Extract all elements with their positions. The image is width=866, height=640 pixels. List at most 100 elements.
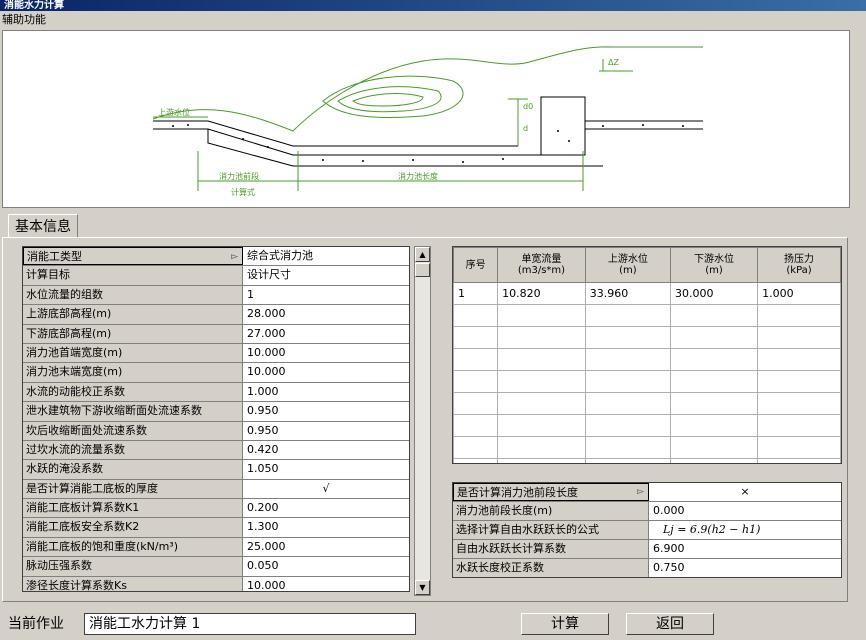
param-value[interactable]: 0.200	[243, 499, 409, 517]
param-value[interactable]: 0.420	[243, 441, 409, 459]
table-row[interactable]	[453, 348, 841, 371]
table-cell[interactable]	[669, 304, 759, 327]
tab-basic-info[interactable]: 基本信息	[8, 214, 78, 238]
param-value[interactable]: 0.050	[243, 557, 409, 575]
param-value[interactable]: 25.000	[243, 538, 409, 556]
flow-table-header[interactable]: 单宽流量 (m3/s*m)	[497, 247, 586, 283]
param-row[interactable]: 消力池首端宽度(m) 10.000	[23, 343, 409, 364]
param-row[interactable]: 消能工底板安全系数K2 1.300	[23, 518, 409, 538]
table-cell[interactable]	[757, 348, 841, 371]
table-cell[interactable]	[497, 304, 586, 327]
table-cell[interactable]	[757, 304, 841, 327]
param-row[interactable]: 下游底部高程(m) 27.000	[23, 324, 409, 344]
table-row[interactable]	[453, 436, 841, 459]
flow-table-header[interactable]: 上游水位 (m)	[584, 247, 672, 283]
table-cell[interactable]	[757, 458, 841, 463]
table-cell[interactable]: 10.820	[497, 282, 586, 305]
flow-table-header[interactable]: 扬压力 (kPa)	[757, 247, 841, 283]
table-cell[interactable]	[497, 392, 586, 415]
front-param-value[interactable]: 0.000	[649, 502, 841, 520]
front-param-row[interactable]: 自由水跃跃长计算系数 6.900	[453, 540, 841, 559]
scroll-up-icon[interactable]: ▲	[415, 247, 430, 262]
front-param-row[interactable]: 消力池前段长度(m) 0.000	[453, 502, 841, 521]
param-value[interactable]: 27.000	[243, 325, 409, 343]
param-row[interactable]: 水流的动能校正系数 1.000	[23, 382, 409, 403]
param-row[interactable]: 计算目标 设计尺寸	[23, 266, 409, 286]
param-row[interactable]: 泄水建筑物下游收缩断面处流速系数 0.950	[23, 402, 409, 422]
param-row[interactable]: 消能工底板计算系数K1 0.200	[23, 499, 409, 519]
scroll-thumb[interactable]	[415, 263, 430, 277]
param-row[interactable]: 渗径长度计算系数Ks 10.000	[23, 576, 409, 591]
table-cell[interactable]: 33.960	[584, 282, 672, 305]
front-param-value[interactable]: Lj = 6.9(h2 − h1)	[649, 521, 841, 539]
menu-item-auxiliary[interactable]: 辅助功能	[0, 11, 46, 29]
table-cell[interactable]	[497, 348, 586, 371]
dropdown-arrow-icon[interactable]: ▻	[637, 484, 644, 500]
table-cell[interactable]	[757, 326, 841, 349]
table-cell[interactable]	[497, 326, 586, 349]
param-value[interactable]: 综合式消力池	[243, 247, 409, 265]
table-cell[interactable]	[497, 458, 586, 463]
table-cell[interactable]	[757, 370, 841, 393]
param-row[interactable]: 水跃的淹没系数 1.050	[23, 460, 409, 480]
parameter-grid-scrollbar[interactable]: ▲ ▼	[414, 246, 431, 596]
param-value[interactable]: 1.050	[243, 460, 409, 478]
table-cell[interactable]	[453, 436, 499, 459]
table-cell[interactable]	[669, 458, 759, 463]
table-cell[interactable]	[453, 414, 499, 437]
param-value[interactable]: 设计尺寸	[243, 266, 409, 284]
table-cell[interactable]	[757, 414, 841, 437]
front-param-row[interactable]: 水跃长度校正系数 0.750	[453, 559, 841, 577]
table-cell[interactable]	[453, 458, 499, 463]
table-cell[interactable]	[669, 436, 759, 459]
param-value[interactable]: 0.950	[243, 422, 409, 440]
table-row[interactable]	[453, 304, 841, 327]
param-value[interactable]: 10.000	[243, 363, 409, 381]
param-row[interactable]: 消能工底板的饱和重度(kN/m³) 25.000	[23, 537, 409, 558]
table-cell[interactable]	[669, 370, 759, 393]
param-value[interactable]: 28.000	[243, 305, 409, 323]
calculate-button[interactable]: 计算	[521, 613, 609, 635]
scroll-down-icon[interactable]: ▼	[415, 580, 430, 595]
back-button[interactable]: 返回	[626, 613, 714, 635]
param-value[interactable]: 1.300	[243, 518, 409, 536]
table-cell[interactable]	[669, 326, 759, 349]
front-param-value[interactable]: 0.750	[649, 559, 841, 577]
table-cell[interactable]	[584, 414, 672, 437]
param-value[interactable]: 1.000	[243, 383, 409, 401]
param-row[interactable]: 上游底部高程(m) 28.000	[23, 305, 409, 325]
table-cell[interactable]	[453, 370, 499, 393]
param-row[interactable]: 消能工类型 ▻ 综合式消力池	[23, 247, 409, 267]
table-cell[interactable]	[584, 304, 672, 327]
table-cell[interactable]	[584, 370, 672, 393]
param-value[interactable]: 0.950	[243, 402, 409, 420]
param-row[interactable]: 坎后收缩断面处流速系数 0.950	[23, 421, 409, 441]
param-row[interactable]: 消力池末端宽度(m) 10.000	[23, 363, 409, 383]
table-cell[interactable]	[584, 348, 672, 371]
table-cell[interactable]	[584, 392, 672, 415]
table-row[interactable]: 1 10.820 33.960 30.000 1.000	[453, 282, 841, 305]
param-row[interactable]: 水位流量的组数 1	[23, 285, 409, 306]
table-cell[interactable]: 30.000	[669, 282, 759, 305]
param-row[interactable]: 过坎水流的流量系数 0.420	[23, 440, 409, 461]
table-row[interactable]	[453, 370, 841, 393]
table-row[interactable]	[453, 392, 841, 415]
dropdown-arrow-icon[interactable]: ▻	[231, 248, 238, 264]
param-value[interactable]: 1	[243, 286, 409, 304]
front-param-value[interactable]: ×	[649, 483, 841, 501]
table-cell[interactable]	[669, 414, 759, 437]
table-cell[interactable]	[584, 458, 672, 463]
table-cell[interactable]	[584, 326, 672, 349]
table-row[interactable]	[453, 458, 841, 463]
table-cell[interactable]	[453, 304, 499, 327]
table-cell[interactable]	[669, 348, 759, 371]
table-cell[interactable]	[497, 414, 586, 437]
table-cell[interactable]	[757, 436, 841, 459]
param-row[interactable]: 是否计算消能工底板的厚度 √	[23, 479, 409, 500]
front-param-row[interactable]: 选择计算自由水跃跃长的公式 Lj = 6.9(h2 − h1)	[453, 521, 841, 540]
param-value[interactable]: 10.000	[243, 344, 409, 362]
current-job-input[interactable]: 消能工水力计算 1	[84, 613, 416, 635]
table-cell[interactable]	[453, 392, 499, 415]
table-cell[interactable]: 1.000	[757, 282, 841, 305]
flow-table-header[interactable]: 序号	[453, 247, 499, 283]
